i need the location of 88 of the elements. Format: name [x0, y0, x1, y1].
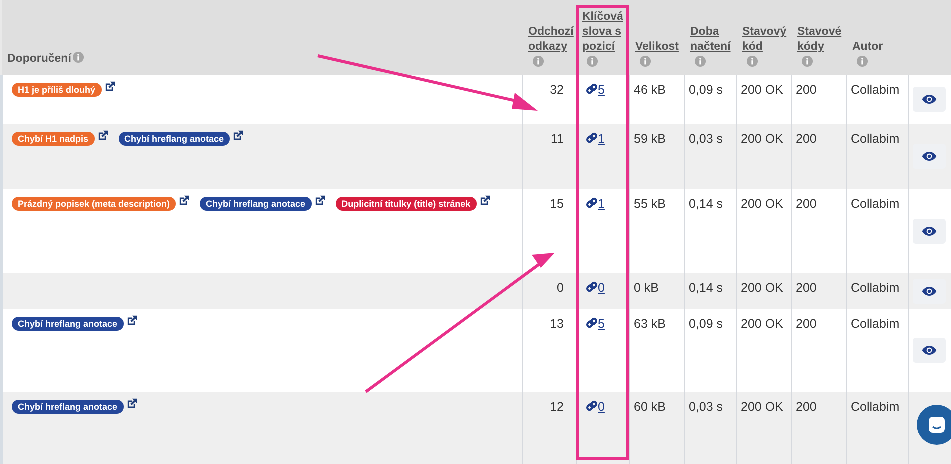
table-cell: 200 OK: [741, 132, 784, 146]
external-link-icon[interactable]: [314, 195, 326, 206]
view-button[interactable]: [913, 144, 946, 169]
issue-tag[interactable]: Chybí hreflang anotace: [12, 400, 124, 414]
table-cell: 0: [557, 281, 564, 295]
table-cell: 200 OK: [741, 83, 784, 97]
column-header: Autor: [852, 40, 884, 55]
table-cell: 55 kB: [634, 197, 666, 211]
table-cell: 0,03 s: [689, 132, 724, 146]
view-button[interactable]: [913, 87, 946, 112]
external-link-icon[interactable]: [179, 195, 190, 206]
table-cell: 0,03 s: [689, 400, 724, 414]
info-icon: [532, 56, 544, 67]
sort-link[interactable]: Odchozí odkazy: [528, 25, 574, 55]
table-cell: 32: [550, 83, 564, 97]
external-link-icon[interactable]: [480, 195, 491, 206]
table-cell: 0,14 s: [689, 197, 724, 211]
keyword-count-link[interactable]: 0: [598, 281, 605, 295]
table-cell: 46 kB: [634, 83, 666, 97]
table-cell: 15: [550, 197, 564, 211]
sort-link[interactable]: Klíčová slova s pozicí: [582, 10, 628, 55]
eye-icon: [922, 94, 937, 105]
table-cell: 60 kB: [634, 400, 666, 414]
info-icon: [73, 52, 84, 63]
table-cell: 200: [796, 400, 817, 414]
table-cell: 200 OK: [741, 197, 784, 211]
table-cell: 200 OK: [741, 281, 784, 295]
link-icon: [586, 400, 598, 412]
eye-icon: [922, 286, 937, 296]
eye-icon: [922, 226, 937, 236]
sort-link[interactable]: Velikost: [636, 40, 682, 55]
table-cell: 63 kB: [634, 317, 666, 331]
issue-tag[interactable]: Chybí hreflang anotace: [118, 132, 230, 146]
issue-tag[interactable]: Chybí hreflang anotace: [12, 317, 124, 331]
info-icon: [694, 56, 706, 67]
keyword-count-link[interactable]: 5: [598, 83, 605, 97]
table-cell: 12: [550, 400, 564, 414]
table-cell: 200 OK: [741, 400, 784, 414]
info-icon: [586, 56, 598, 67]
table-cell: Collabim: [851, 281, 900, 295]
keyword-count-link[interactable]: 1: [598, 132, 605, 146]
table-cell: Collabim: [851, 400, 900, 414]
table-cell: 0 kB: [634, 281, 660, 295]
table-cell: 0,14 s: [689, 281, 724, 295]
view-button[interactable]: [913, 218, 946, 244]
external-link-icon[interactable]: [104, 81, 116, 92]
info-icon: [802, 56, 812, 67]
info-icon: [856, 56, 868, 67]
info-icon: [640, 56, 650, 67]
table-cell: Collabim: [851, 132, 900, 146]
table-cell: 0,09 s: [689, 317, 724, 331]
issue-tag[interactable]: Duplicitní titulky (title) stránek: [336, 197, 477, 211]
view-button[interactable]: [913, 278, 946, 304]
link-icon: [586, 281, 598, 293]
sort-link[interactable]: Stavové kódy: [798, 25, 844, 55]
sort-link[interactable]: Doba načtení: [690, 25, 734, 55]
link-icon: [586, 197, 598, 209]
link-icon: [586, 83, 598, 95]
table-cell: 200: [796, 281, 817, 295]
keyword-count-link[interactable]: 1: [598, 197, 605, 211]
link-icon: [586, 317, 598, 329]
column-header: Doporučení: [8, 52, 72, 67]
issue-tag[interactable]: Chybí hreflang anotace: [200, 197, 312, 211]
chat-icon: [927, 415, 947, 435]
info-icon: [746, 56, 758, 67]
link-icon: [586, 132, 598, 144]
external-link-icon[interactable]: [126, 398, 138, 409]
sort-link[interactable]: Stavový kód: [742, 25, 790, 55]
view-button[interactable]: [913, 338, 946, 363]
table-cell: 59 kB: [634, 132, 666, 146]
table-cell: 200: [796, 197, 817, 211]
eye-icon: [922, 345, 937, 356]
table-cell: 11: [551, 132, 564, 146]
external-link-icon[interactable]: [98, 130, 109, 141]
external-link-icon[interactable]: [233, 130, 244, 141]
eye-icon: [922, 151, 937, 162]
table-cell: 0,09 s: [689, 83, 724, 97]
table-cell: Collabim: [851, 83, 900, 97]
table-cell: 200: [796, 132, 817, 146]
keyword-count-link[interactable]: 5: [598, 317, 605, 331]
external-link-icon[interactable]: [126, 315, 138, 326]
table-cell: 200: [796, 317, 817, 331]
table-cell: 200: [796, 83, 817, 97]
table-cell: Collabim: [851, 317, 900, 331]
table-cell: 200 OK: [741, 317, 784, 331]
keyword-count-link[interactable]: 0: [598, 400, 605, 414]
table-cell: Collabim: [851, 197, 900, 211]
table-cell: 13: [550, 317, 564, 331]
